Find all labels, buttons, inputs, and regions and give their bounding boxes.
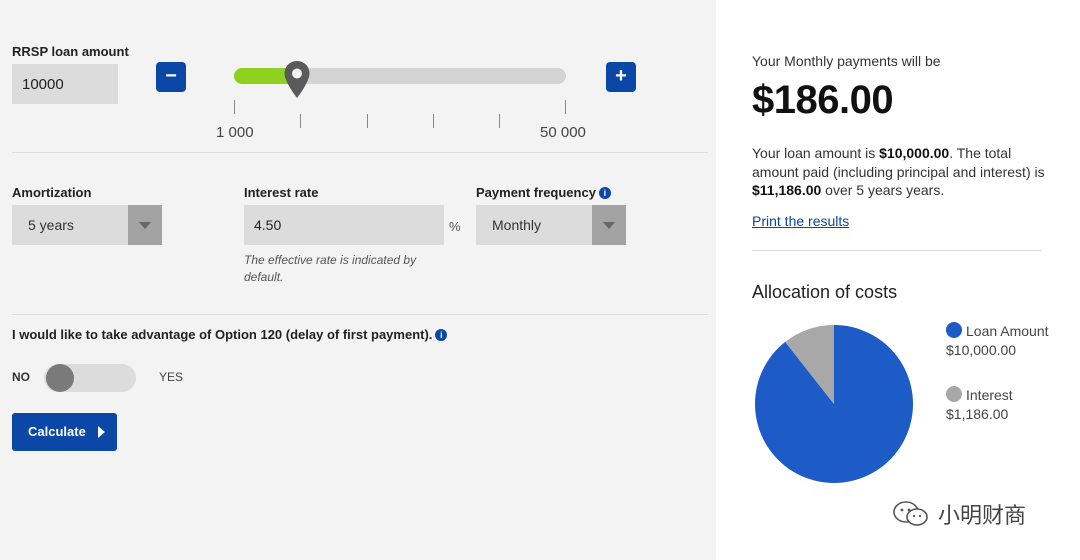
payment-frequency-selected-value: Monthly bbox=[492, 217, 542, 233]
results-panel: Your Monthly payments will be $186.00 Yo… bbox=[716, 0, 1080, 560]
watermark-text: 小明财商 bbox=[938, 503, 1027, 528]
slider-tick bbox=[499, 114, 500, 128]
slider-min-label: 1 000 bbox=[216, 124, 254, 141]
amortization-selected-value: 5 years bbox=[28, 217, 74, 233]
slider-tick bbox=[367, 114, 368, 128]
toggle-knob[interactable] bbox=[46, 364, 74, 392]
legend-item-loan: Loan Amount $10,000.00 bbox=[946, 322, 1056, 359]
payment-frequency-select[interactable]: Monthly bbox=[476, 205, 626, 245]
arrow-right-icon bbox=[98, 426, 105, 438]
loan-amount-value: $10,000.00 bbox=[879, 145, 950, 161]
option-120-label-row: I would like to take advantage of Option… bbox=[12, 327, 448, 342]
wechat-icon bbox=[893, 501, 928, 526]
effective-rate-hint: The effective rate is indicated by defau… bbox=[244, 253, 417, 284]
slider-tick bbox=[433, 114, 434, 128]
slider-max-label: 50 000 bbox=[540, 124, 586, 141]
slider-handle-pin-icon[interactable] bbox=[283, 60, 311, 100]
print-results-link[interactable]: Print the results bbox=[752, 213, 849, 229]
summary-text: over 5 years years. bbox=[821, 182, 945, 198]
loan-amount-input[interactable] bbox=[12, 64, 118, 104]
decrease-amount-button[interactable]: − bbox=[156, 62, 186, 92]
payment-frequency-label-row: Payment frequency i bbox=[476, 185, 611, 200]
slider-tick bbox=[565, 100, 566, 114]
toggle-yes-label: YES bbox=[159, 370, 184, 384]
legend-value: $1,186.00 bbox=[946, 405, 1009, 422]
percent-unit: % bbox=[449, 219, 461, 234]
loan-amount-label: RRSP loan amount bbox=[12, 44, 129, 59]
interest-rate-label: Interest rate bbox=[244, 185, 319, 200]
legend-value: $10,000.00 bbox=[946, 341, 1017, 358]
legend-name: Interest bbox=[966, 387, 1013, 403]
section-divider bbox=[12, 314, 708, 315]
option-120-toggle[interactable] bbox=[44, 364, 136, 392]
amortization-label: Amortization bbox=[12, 185, 92, 200]
calculate-button[interactable]: Calculate bbox=[12, 413, 117, 451]
total-paid-value: $11,186.00 bbox=[752, 182, 822, 198]
results-divider bbox=[752, 250, 1042, 251]
info-icon[interactable]: i bbox=[435, 329, 448, 341]
chevron-down-icon bbox=[128, 205, 162, 245]
results-summary: Your loan amount is $10,000.00. The tota… bbox=[752, 144, 1052, 200]
amortization-select[interactable]: 5 years bbox=[12, 205, 162, 245]
allocation-pie-chart bbox=[755, 325, 913, 483]
monthly-payment-amount: $186.00 bbox=[752, 78, 894, 122]
calculate-button-label: Calculate bbox=[28, 424, 86, 439]
calculator-form: RRSP loan amount − + 1 000 50 000 Amorti… bbox=[0, 0, 716, 560]
allocation-title: Allocation of costs bbox=[752, 282, 898, 302]
interest-rate-input[interactable] bbox=[244, 205, 444, 245]
legend-name: Loan Amount bbox=[966, 323, 1049, 339]
chevron-down-icon bbox=[592, 205, 626, 245]
slider-tick bbox=[234, 100, 235, 114]
results-intro: Your Monthly payments will be bbox=[752, 53, 941, 69]
summary-text: Your loan amount is bbox=[752, 145, 880, 161]
section-divider bbox=[12, 152, 708, 153]
option-120-label: I would like to take advantage of Option… bbox=[12, 327, 433, 342]
legend-item-interest: Interest $1,186.00 bbox=[946, 386, 1056, 423]
legend-dot bbox=[946, 386, 962, 402]
toggle-no-label: NO bbox=[12, 370, 30, 384]
legend-dot bbox=[946, 322, 962, 338]
increase-amount-button[interactable]: + bbox=[606, 62, 636, 92]
payment-frequency-label: Payment frequency bbox=[476, 185, 596, 200]
info-icon[interactable]: i bbox=[598, 187, 611, 199]
slider-tick bbox=[300, 114, 301, 128]
